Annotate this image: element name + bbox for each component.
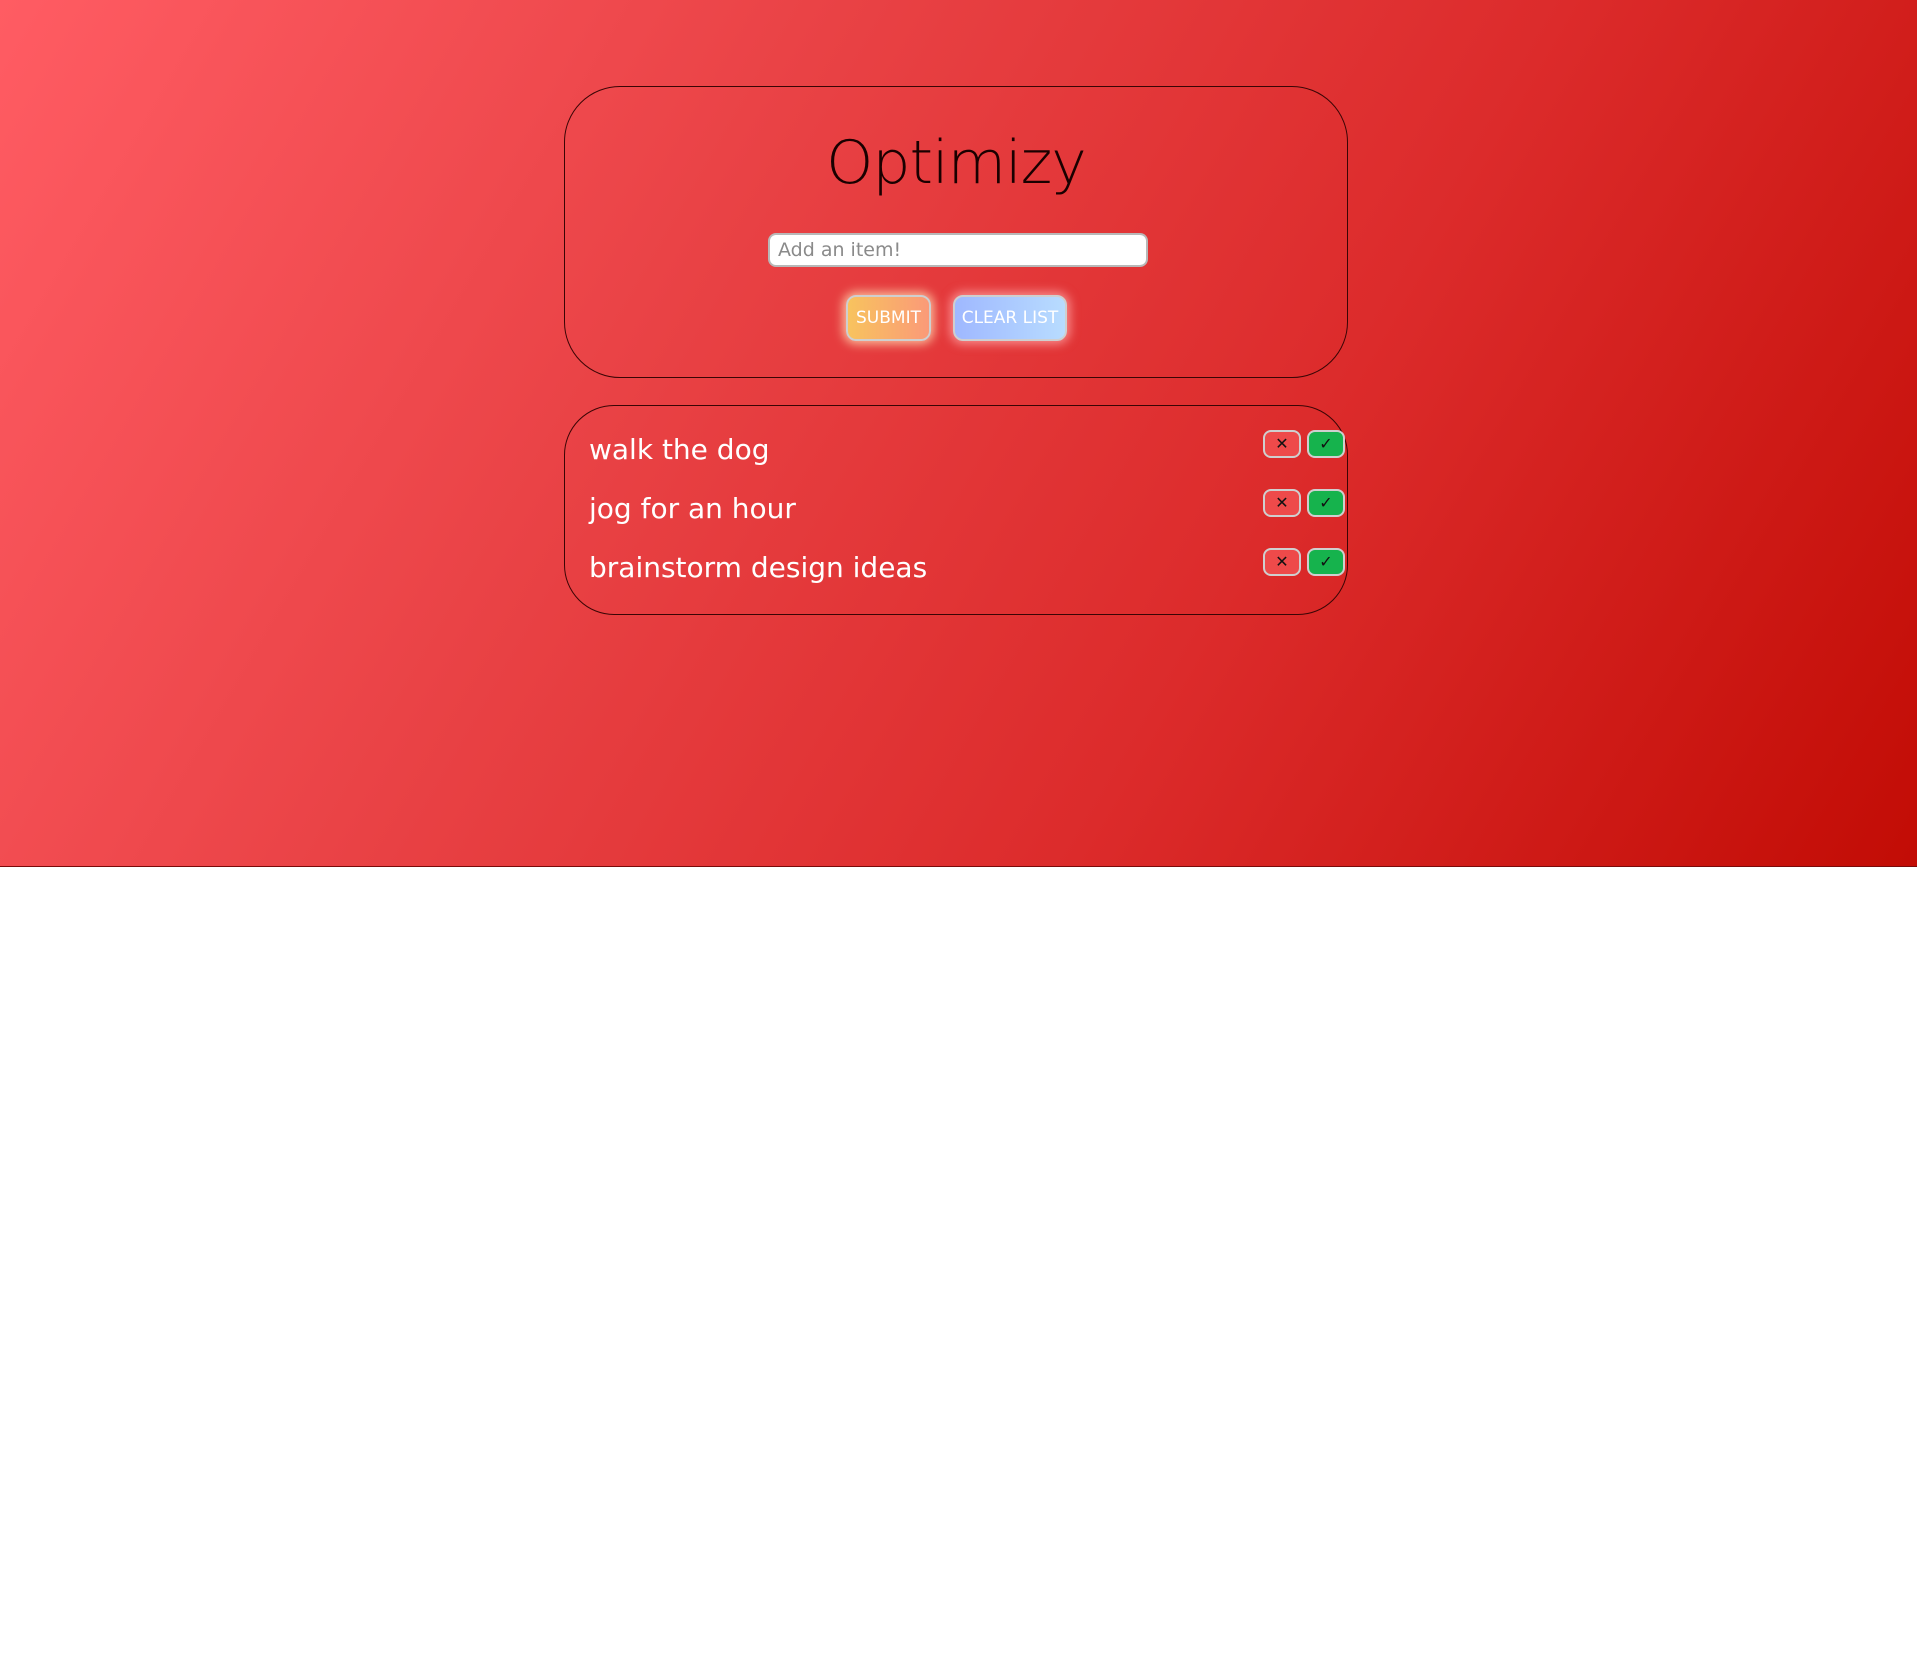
input-card: Optimizy SUBMIT CLEAR LIST [564,86,1348,378]
submit-button[interactable]: SUBMIT [846,295,931,341]
todo-list: walk the dog ✕ ✓ jog for an hour ✕ ✓ bra… [564,405,1348,615]
complete-item-button[interactable]: ✓ [1307,430,1345,458]
check-icon: ✓ [1319,493,1333,512]
check-icon: ✓ [1319,434,1333,453]
list-item-text: brainstorm design ideas [589,551,928,584]
check-icon: ✓ [1319,552,1333,571]
app-title: Optimizy [826,128,1087,198]
remove-item-button[interactable]: ✕ [1263,548,1301,576]
complete-item-button[interactable]: ✓ [1307,489,1345,517]
complete-item-button[interactable]: ✓ [1307,548,1345,576]
close-icon: ✕ [1275,434,1289,453]
add-item-input[interactable] [768,233,1148,267]
close-icon: ✕ [1275,552,1289,571]
close-icon: ✕ [1275,493,1289,512]
list-item-text: walk the dog [589,433,770,466]
list-item-text: jog for an hour [589,492,796,525]
clear-list-button[interactable]: CLEAR LIST [953,295,1067,341]
list-item: brainstorm design ideas ✕ ✓ [589,548,1345,588]
app-background: Optimizy SUBMIT CLEAR LIST walk the dog … [0,0,1917,867]
remove-item-button[interactable]: ✕ [1263,489,1301,517]
list-item: walk the dog ✕ ✓ [589,430,1345,470]
list-item: jog for an hour ✕ ✓ [589,489,1345,529]
remove-item-button[interactable]: ✕ [1263,430,1301,458]
